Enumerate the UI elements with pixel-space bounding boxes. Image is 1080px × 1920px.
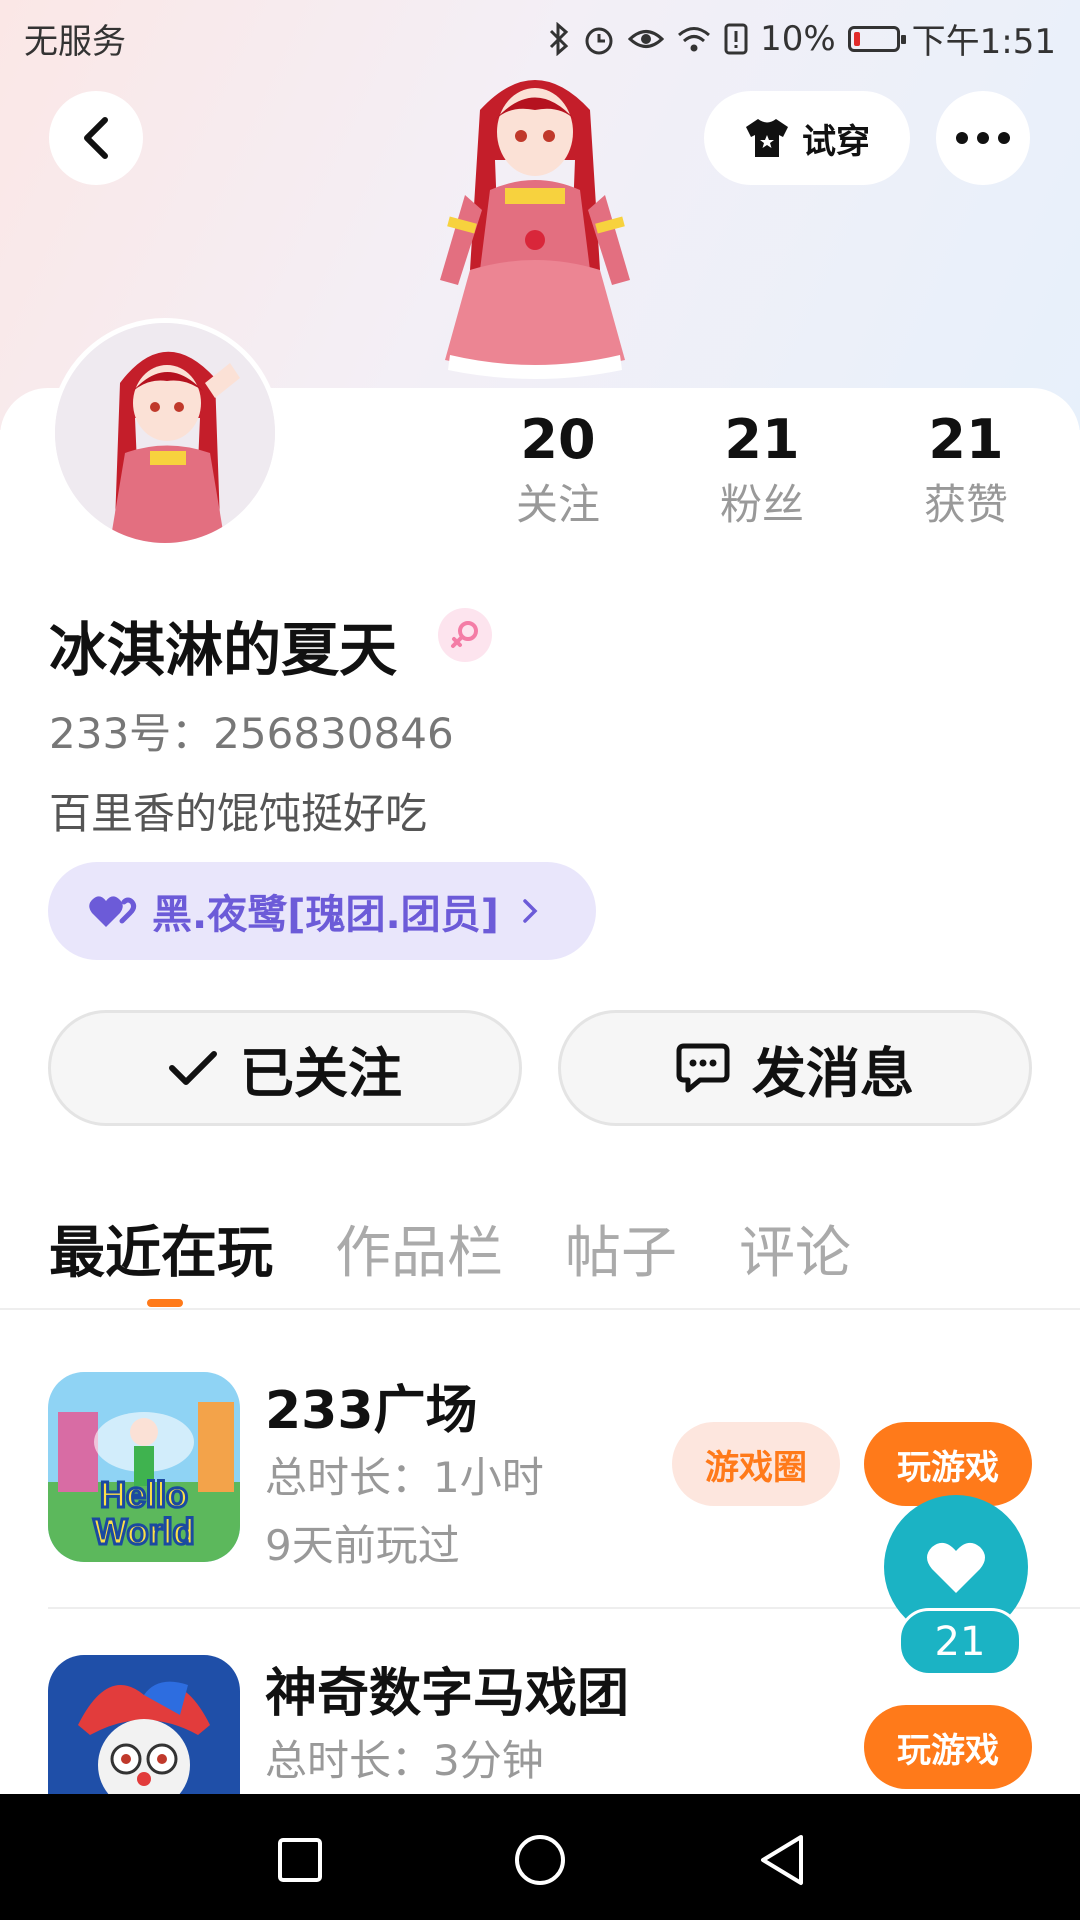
tab-posts[interactable]: 帖子 xyxy=(565,1208,677,1288)
game-name: 神奇数字马戏团 xyxy=(265,1664,630,1724)
eye-icon xyxy=(628,29,665,48)
game-icon-text-world: World xyxy=(93,1511,194,1552)
female-icon xyxy=(451,621,478,648)
likes-label: 获赞 xyxy=(923,480,1008,529)
wifi-icon xyxy=(678,26,711,51)
send-message-label: 发消息 xyxy=(752,1041,914,1105)
battery-percent: 10% xyxy=(760,18,836,59)
home-button[interactable] xyxy=(510,1830,570,1890)
tab-works[interactable]: 作品栏 xyxy=(335,1208,503,1288)
try-on-button[interactable]: 试穿 xyxy=(704,91,910,185)
status-bar: 无服务 10% 下午1:51 xyxy=(0,0,1080,76)
followed-label: 已关注 xyxy=(240,1041,402,1105)
tshirt-icon xyxy=(746,119,788,157)
chevron-right-icon xyxy=(523,899,538,923)
check-icon xyxy=(169,1051,217,1085)
guild-label: 黑.夜鹭[瑰团.团员] xyxy=(152,892,499,938)
play-game-button[interactable]: 玩游戏 xyxy=(864,1422,1032,1506)
user-id[interactable]: 233号：256830846 xyxy=(49,700,454,761)
profile-tabs: 最近在玩 作品栏 帖子 评论 xyxy=(49,1208,851,1307)
avatar-3d-character-image xyxy=(440,80,630,379)
stat-likes[interactable]: 21 获赞 xyxy=(886,405,1046,535)
game-circle-button[interactable]: 游戏圈 xyxy=(672,1422,840,1506)
try-on-label: 试穿 xyxy=(802,121,870,162)
tab-recently-played[interactable]: 最近在玩 xyxy=(49,1208,273,1307)
send-message-button[interactable]: 发消息 xyxy=(558,1010,1032,1126)
heart-icon xyxy=(927,1542,985,1593)
followers-count: 21 xyxy=(724,408,800,471)
stat-followers[interactable]: 21 粉丝 xyxy=(682,405,842,535)
game-icon-text-hello: Hello xyxy=(100,1474,188,1515)
following-label: 关注 xyxy=(515,480,600,529)
following-count: 20 xyxy=(520,408,596,471)
like-count-badge: 21 xyxy=(898,1608,1022,1676)
avatar-image xyxy=(55,323,275,543)
game-icon-233-plaza: Hello World xyxy=(48,1372,240,1562)
game-duration: 总时长：1小时 xyxy=(265,1453,544,1502)
back-button[interactable] xyxy=(49,91,143,185)
tab-comments[interactable]: 评论 xyxy=(739,1208,851,1288)
stat-following[interactable]: 20 关注 xyxy=(478,405,638,535)
likes-count: 21 xyxy=(928,408,1004,471)
followers-label: 粉丝 xyxy=(719,480,804,529)
chevron-left-icon xyxy=(84,117,108,159)
sim-alert-icon xyxy=(724,23,748,54)
avatar[interactable] xyxy=(50,318,280,548)
play-game-button[interactable]: 玩游戏 xyxy=(864,1705,1032,1789)
alarm-icon xyxy=(585,27,613,54)
triangle-back-icon xyxy=(761,1835,803,1885)
game-duration: 总时长：3分钟 xyxy=(265,1736,544,1785)
clock: 下午1:51 xyxy=(911,22,1056,62)
game-name: 233广场 xyxy=(265,1381,478,1441)
battery-icon xyxy=(847,25,906,52)
bluetooth-icon xyxy=(550,21,569,56)
square-icon xyxy=(278,1838,322,1882)
followed-button[interactable]: 已关注 xyxy=(48,1010,522,1126)
back-nav-button[interactable] xyxy=(752,1830,812,1890)
game-last-played: 9天前玩过 xyxy=(265,1521,460,1570)
more-button[interactable] xyxy=(936,91,1030,185)
gender-badge xyxy=(438,608,492,662)
guild-pill[interactable]: 黑.夜鹭[瑰团.团员] xyxy=(48,862,596,960)
recent-apps-button[interactable] xyxy=(270,1830,330,1890)
chat-bubble-icon xyxy=(676,1043,730,1093)
circle-icon xyxy=(515,1835,565,1885)
more-dots-icon xyxy=(956,132,1010,144)
status-icons: 10% 下午1:51 xyxy=(548,14,1056,63)
carrier-text: 无服务 xyxy=(24,22,126,62)
system-navigation-bar xyxy=(0,1794,1080,1920)
bio-text: 百里香的馄饨挺好吃 xyxy=(49,789,428,838)
tab-divider xyxy=(0,1308,1080,1310)
heart-double-icon xyxy=(89,896,137,927)
username: 冰淇淋的夏天 xyxy=(49,616,398,684)
